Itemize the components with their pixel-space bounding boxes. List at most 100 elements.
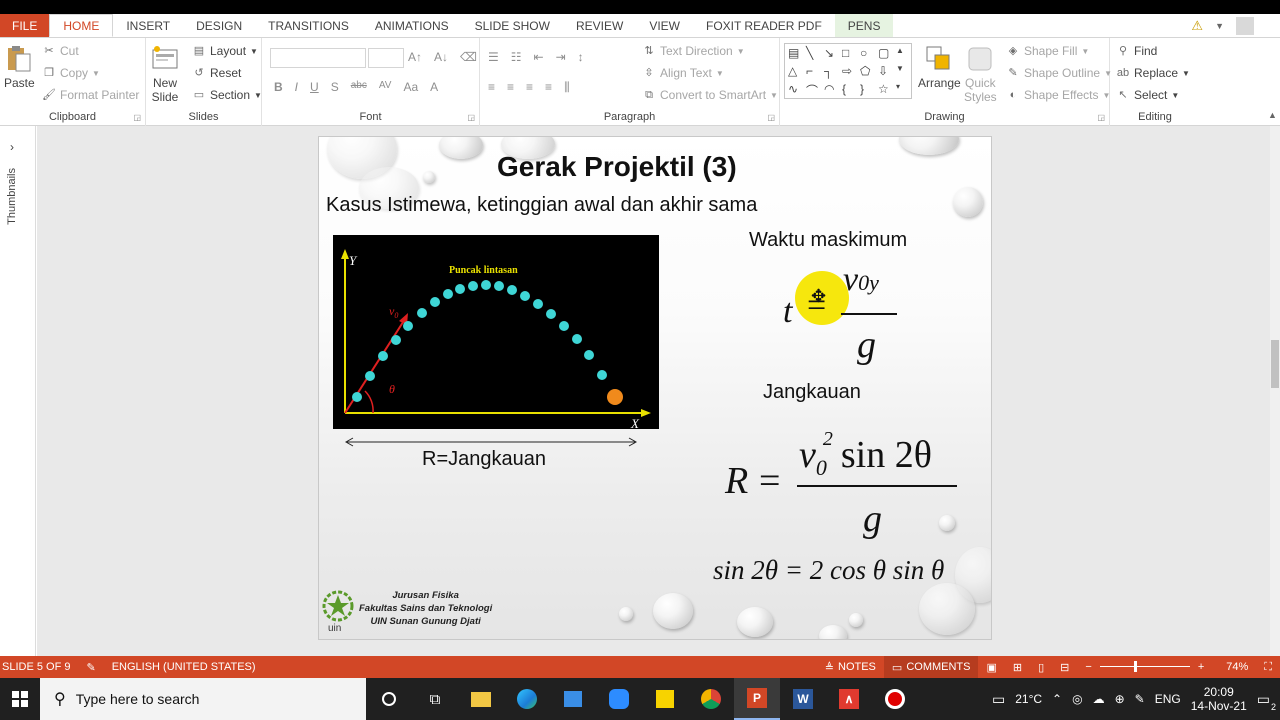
arc-shape-icon[interactable]: ◠ [824,82,840,99]
elbow-shape-icon[interactable]: ⌐ [806,64,822,81]
grow-font-icon[interactable]: A↑ [408,50,422,64]
shape-outline-button[interactable]: ✎ Shape Outline ▼ [1006,66,1112,80]
copy-button[interactable]: ❐ Copy ▼ [42,66,100,80]
tray-chevron-up-icon[interactable]: ⌃ [1052,692,1062,706]
shape-effects-button[interactable]: ◐ Shape Effects ▼ [1006,88,1111,102]
sticky-notes-icon[interactable] [642,678,688,720]
brace-left-shape-icon[interactable]: { [842,82,858,99]
font-color-button[interactable]: A [430,80,438,94]
weather-icon[interactable]: ▭ [992,691,1005,708]
align-left-icon[interactable]: ≡ [488,80,495,95]
find-button[interactable]: ⚲ Find [1116,44,1157,58]
spellcheck-icon[interactable]: ✎ [78,661,103,674]
normal-view-icon[interactable]: ▣ [978,661,1004,674]
rectangle-shape-icon[interactable]: □ [842,46,858,63]
down-arrow-shape-icon[interactable]: ⇩ [878,64,894,81]
gallery-down-icon[interactable]: ▼ [896,64,912,81]
arrange-button[interactable]: Arrange [918,44,961,90]
font-size-select[interactable] [368,48,404,68]
change-case-button[interactable]: Aa [403,80,418,94]
oval-shape-icon[interactable]: ○ [860,46,876,63]
char-spacing-button[interactable]: AV [379,80,392,94]
clear-format-icon[interactable]: ⌫ [460,50,477,64]
powerpoint-icon[interactable]: P [734,678,780,720]
tab-slide-show[interactable]: SLIDE SHOW [462,14,563,37]
warning-icon[interactable]: ⚠ [1191,18,1203,34]
textbox-shape-icon[interactable]: ▤ [788,46,804,63]
bullets-icon[interactable]: ☰ [488,50,499,64]
reset-button[interactable]: ↺ Reset [192,66,241,80]
gallery-up-icon[interactable]: ▲ [896,46,912,63]
clock[interactable]: 20:09 14-Nov-21 [1191,685,1247,713]
strikethrough-button[interactable]: abc [351,80,367,94]
columns-icon[interactable]: ⫼ [564,80,570,95]
file-explorer-icon[interactable] [458,678,504,720]
cut-button[interactable]: ✂ Cut [42,44,78,58]
globe-icon[interactable]: ⊕ [1115,692,1125,706]
rounded-rect-shape-icon[interactable]: ▢ [878,46,894,63]
expand-thumbnails-icon[interactable]: › [10,140,14,154]
pdf-reader-icon[interactable]: ∧ [826,678,872,720]
camera-icon[interactable]: ◎ [1072,692,1082,706]
weather-temp[interactable]: 21°C [1015,692,1042,706]
fit-slide-icon[interactable]: ⛶ [1256,661,1280,674]
increase-indent-icon[interactable]: ⇥ [556,50,566,64]
task-view-icon[interactable]: ⧉ [412,678,458,720]
dialog-launcher-icon[interactable]: ◲ [767,113,775,122]
underline-button[interactable]: U [310,80,319,94]
chrome-icon[interactable] [688,678,734,720]
brace-right-shape-icon[interactable]: } [860,82,876,99]
notes-button[interactable]: ≜ NOTES [817,661,884,674]
right-arrow-shape-icon[interactable]: ⇨ [842,64,858,81]
slide-subtitle[interactable]: Kasus Istimewa, ketinggian awal dan akhi… [326,194,757,217]
range-label[interactable]: Jangkauan [763,381,861,404]
dialog-launcher-icon[interactable]: ◲ [467,113,475,122]
cortana-icon[interactable] [366,678,412,720]
chevron-down-icon[interactable]: ▼ [1215,21,1224,31]
vertical-scrollbar-thumb[interactable] [1271,340,1279,388]
projectile-figure[interactable]: Y X Puncak lintasan v0 θ [333,235,659,431]
range-caption[interactable]: R=Jangkauan [422,448,546,471]
taskbar-search[interactable]: ⚲ Type here to search [40,678,366,720]
curve-shape-icon[interactable]: ∿ [788,82,804,99]
decrease-indent-icon[interactable]: ⇤ [534,50,544,64]
language-indicator[interactable]: ENGLISH (UNITED STATES) [104,661,264,673]
slideshow-icon[interactable]: ⊟ [1052,661,1077,674]
edge-icon[interactable] [504,678,550,720]
text-direction-button[interactable]: ⇅ Text Direction ▼ [642,44,744,58]
gallery-more-icon[interactable]: ▾ [896,82,912,99]
pentagon-shape-icon[interactable]: ⬠ [860,64,876,81]
quick-styles-button[interactable]: Quick Styles [964,44,997,104]
line-spacing-icon[interactable]: ↕ [578,50,584,64]
start-button[interactable] [0,678,40,720]
word-icon[interactable]: W [780,678,826,720]
shape-fill-button[interactable]: ◈ Shape Fill ▼ [1006,44,1090,58]
align-center-icon[interactable]: ≡ [507,80,514,95]
italic-button[interactable]: I [295,80,298,94]
slide-count[interactable]: SLIDE 5 OF 9 [0,661,78,673]
star-shape-icon[interactable]: ☆ [878,82,894,99]
tab-insert[interactable]: INSERT [113,14,183,37]
numbering-icon[interactable]: ☷ [511,50,522,64]
comments-button[interactable]: ▭ COMMENTS [883,656,979,678]
tab-home[interactable]: HOME [49,14,114,37]
input-language[interactable]: ENG [1155,692,1181,706]
dialog-launcher-icon[interactable]: ◲ [133,113,141,122]
tab-view[interactable]: VIEW [636,14,693,37]
tab-pens[interactable]: PENS [834,14,894,37]
thumbnails-label[interactable]: Thumbnails [6,168,18,225]
format-painter-button[interactable]: 🖌 Format Painter [42,88,139,102]
shrink-font-icon[interactable]: A↓ [434,50,448,64]
freeform-shape-icon[interactable]: ⌒ [806,82,822,99]
account-icon[interactable] [1236,16,1254,35]
slide-sorter-icon[interactable]: ⊞ [1005,661,1030,674]
tab-animations[interactable]: ANIMATIONS [362,14,462,37]
line-shape-icon[interactable]: ╲ [806,46,822,63]
slide-title[interactable]: Gerak Projektil (3) [497,151,737,183]
convert-smartart-button[interactable]: ⧉ Convert to SmartArt ▼ [642,88,778,102]
paste-button[interactable]: Paste [4,44,35,90]
tab-file[interactable]: FILE [0,14,50,37]
align-right-icon[interactable]: ≡ [526,80,533,95]
max-time-label[interactable]: Waktu maskimum [749,229,907,252]
section-button[interactable]: ▭ Section ▼ [192,88,262,102]
